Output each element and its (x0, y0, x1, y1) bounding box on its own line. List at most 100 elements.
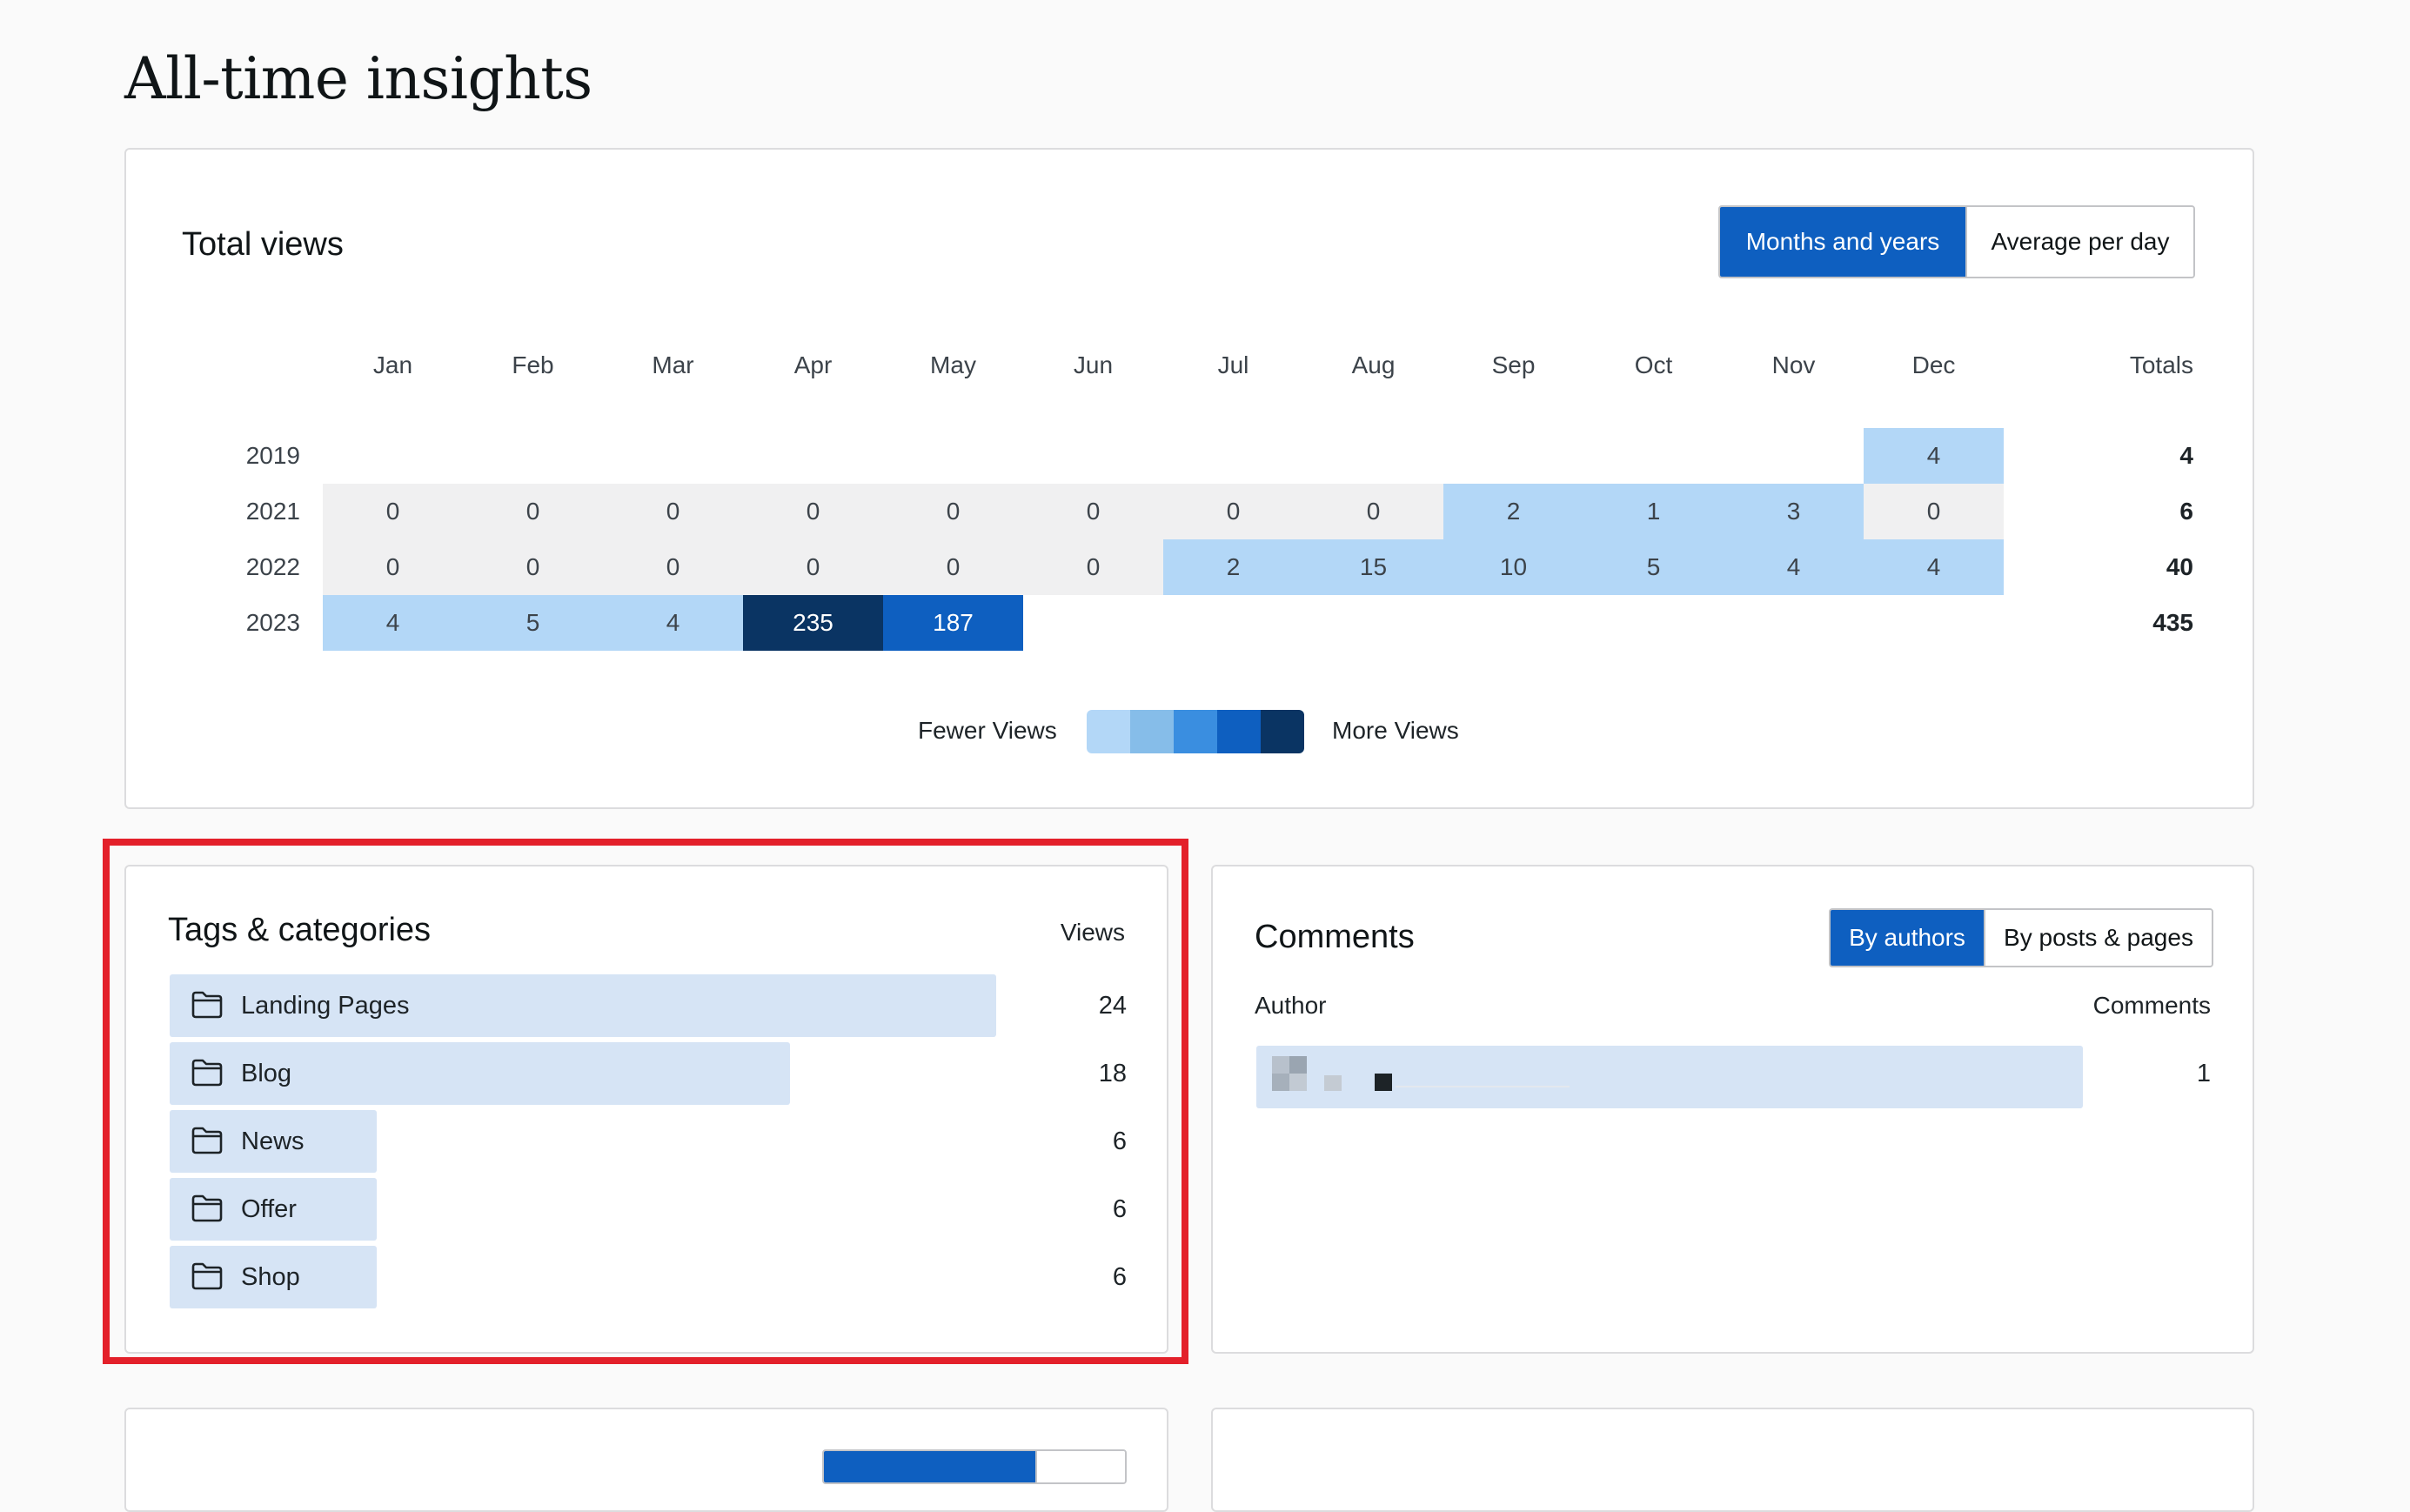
heatmap-cell[interactable]: 0 (1303, 484, 1443, 539)
tags-categories-card: Tags & categories Views Landing Pages 24 B… (124, 865, 1168, 1354)
by-posts-pages-button[interactable]: By posts & pages (1984, 910, 2212, 966)
heatmap-cell[interactable]: 0 (743, 539, 883, 595)
author-name-blur-3 (1396, 1086, 1570, 1087)
heatmap-cell[interactable]: 0 (463, 539, 603, 595)
tag-label[interactable]: News (241, 1110, 305, 1173)
bottom-right-card (1211, 1408, 2254, 1512)
tag-views-value: 6 (1112, 1194, 1127, 1223)
month-header-aug: Aug (1351, 351, 1396, 378)
tag-row[interactable]: News 6 (170, 1110, 1127, 1173)
page-title: All-time insights (124, 45, 592, 112)
month-header-jul: Jul (1217, 351, 1249, 378)
month-header-sep: Sep (1491, 351, 1536, 378)
legend-fewer-label: Fewer Views (918, 717, 1057, 744)
average-per-day-button[interactable]: Average per day (1965, 207, 2193, 277)
month-header-feb: Feb (512, 351, 554, 378)
legend-swatch-4 (1217, 710, 1261, 753)
months-years-button[interactable]: Months and years (1720, 207, 1965, 277)
heatmap-cell[interactable]: 0 (883, 539, 1023, 595)
comments-card: Comments By authors By posts & pages Aut… (1211, 865, 2254, 1354)
author-name-blur (1324, 1075, 1342, 1091)
year-total-2023: 435 (2152, 609, 2193, 636)
author-name-blur-2 (1375, 1074, 1392, 1091)
comments-author-header: Author (1255, 992, 1327, 1019)
heatmap-cell[interactable]: 2 (1443, 484, 1583, 539)
month-header-may: May (930, 351, 976, 378)
author-avatar-blur-2 (1289, 1056, 1307, 1074)
heatmap-cell[interactable]: 5 (463, 595, 603, 651)
legend-more-label: More Views (1332, 717, 1459, 744)
tag-label[interactable]: Shop (241, 1246, 300, 1308)
heatmap-cell[interactable]: 0 (463, 484, 603, 539)
comments-toggle: By authors By posts & pages (1829, 908, 2213, 967)
tag-label[interactable]: Blog (241, 1042, 291, 1105)
heatmap-cell[interactable]: 4 (323, 595, 463, 651)
heatmap-cell[interactable]: 4 (1864, 539, 2004, 595)
tag-row[interactable]: Blog 18 (170, 1042, 1127, 1105)
heatmap-cell[interactable]: 5 (1583, 539, 1724, 595)
tag-row[interactable]: Offer 6 (170, 1178, 1127, 1241)
author-avatar-blur (1272, 1056, 1289, 1074)
total-views-title: Total views (182, 226, 344, 263)
month-header-nov: Nov (1771, 351, 1816, 378)
comment-author-row[interactable] (1256, 1046, 2083, 1108)
legend-swatch-1 (1087, 710, 1130, 753)
folder-icon (191, 991, 223, 1019)
tag-label[interactable]: Offer (241, 1178, 297, 1241)
heatmap-cell[interactable]: 187 (883, 595, 1023, 651)
year-label-2023: 2023 (245, 609, 300, 636)
heatmap-cell[interactable]: 235 (743, 595, 883, 651)
tags-title: Tags & categories (168, 912, 432, 948)
heatmap-cell[interactable]: 4 (1864, 428, 2004, 484)
heatmap-cell[interactable]: 0 (603, 484, 743, 539)
folder-icon (191, 1262, 223, 1290)
heatmap-cell[interactable]: 4 (603, 595, 743, 651)
year-total-2019: 4 (2179, 442, 2193, 469)
heatmap-cell[interactable]: 0 (323, 539, 463, 595)
year-label-2019: 2019 (245, 442, 300, 469)
comments-title: Comments (1255, 919, 1415, 955)
heatmap-cell[interactable]: 3 (1724, 484, 1864, 539)
tag-row[interactable]: Shop 6 (170, 1246, 1127, 1308)
legend-swatch-3 (1174, 710, 1217, 753)
legend-swatch-5 (1261, 710, 1304, 753)
heatmap-cell[interactable]: 0 (603, 539, 743, 595)
tag-label[interactable]: Landing Pages (241, 974, 410, 1037)
heatmap-cell[interactable]: 1 (1583, 484, 1724, 539)
bottom-left-toggle-active[interactable] (824, 1451, 1035, 1482)
heatmap-cell[interactable]: 15 (1303, 539, 1443, 595)
tags-views-header: Views (1060, 919, 1125, 946)
author-avatar-blur-3 (1272, 1074, 1289, 1091)
heatmap-cell[interactable]: 0 (323, 484, 463, 539)
heatmap-cell[interactable]: 2 (1163, 539, 1303, 595)
heatmap-cell[interactable]: 0 (1023, 484, 1163, 539)
bottom-left-toggle-inactive[interactable] (1034, 1451, 1125, 1482)
author-avatar-blur-4 (1289, 1074, 1307, 1091)
tag-views-value: 24 (1098, 991, 1127, 1020)
heatmap-cell[interactable]: 0 (883, 484, 1023, 539)
folder-icon (191, 1194, 223, 1222)
month-header-dec: Dec (1911, 351, 1956, 378)
year-label-2022: 2022 (245, 553, 300, 580)
month-header-mar: Mar (652, 351, 694, 378)
total-views-card: Total views Months and years Average per… (124, 148, 2254, 809)
heatmap-cell[interactable]: 0 (1023, 539, 1163, 595)
totals-header: Totals (2129, 351, 2193, 378)
year-total-2022: 40 (2166, 553, 2193, 580)
by-authors-button[interactable]: By authors (1831, 910, 1984, 966)
folder-icon (191, 1059, 223, 1087)
comments-count-header: Comments (2092, 992, 2211, 1019)
month-header-apr: Apr (793, 351, 833, 378)
year-label-2021: 2021 (245, 498, 300, 525)
tag-views-value: 6 (1112, 1262, 1127, 1291)
month-header-jun: Jun (1073, 351, 1114, 378)
tag-views-value: 6 (1112, 1127, 1127, 1155)
heatmap-cell[interactable]: 10 (1443, 539, 1583, 595)
heatmap-cell[interactable]: 0 (1163, 484, 1303, 539)
month-header-oct: Oct (1634, 351, 1673, 378)
heatmap-cell[interactable]: 0 (743, 484, 883, 539)
legend-color-scale (1087, 710, 1304, 753)
heatmap-cell[interactable]: 4 (1724, 539, 1864, 595)
tag-row[interactable]: Landing Pages 24 (170, 974, 1127, 1037)
heatmap-cell[interactable]: 0 (1864, 484, 2004, 539)
